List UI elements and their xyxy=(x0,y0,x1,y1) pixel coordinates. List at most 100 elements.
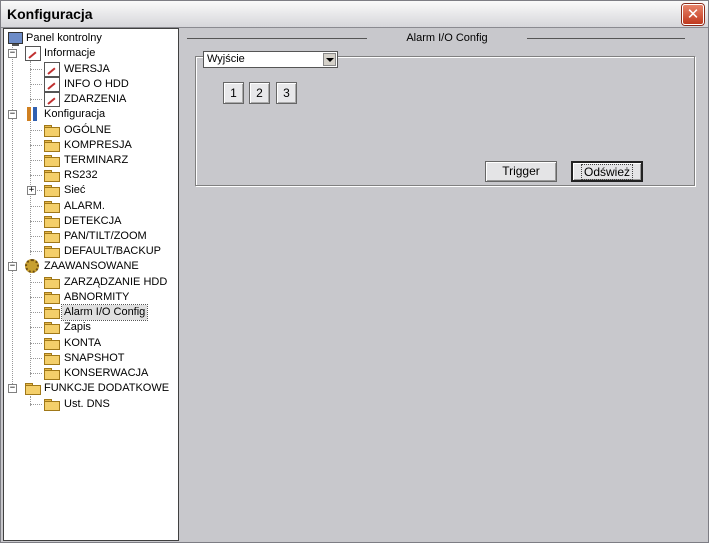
alarm-io-config-panel: Alarm I/O Config Wyjście 1 2 3 Trigger O… xyxy=(181,28,708,541)
gear-icon xyxy=(25,259,39,273)
tree-item-siec[interactable]: + Sieć xyxy=(4,183,174,198)
tree-item-label: RS232 xyxy=(64,169,98,181)
window-title: Konfiguracja xyxy=(7,6,93,22)
folder-icon xyxy=(44,185,60,197)
tree-item-rs232[interactable]: RS232 xyxy=(4,168,174,183)
tree-group-zaawansowane[interactable]: − ZAAWANSOWANE xyxy=(4,259,174,274)
collapse-icon[interactable]: − xyxy=(8,262,17,271)
io-type-select[interactable]: Wyjście xyxy=(203,51,338,68)
tree-root-label: Panel kontrolny xyxy=(26,32,102,44)
tree-item-label: Informacje xyxy=(44,47,96,59)
folder-icon xyxy=(44,170,60,182)
close-button[interactable]: ✕ xyxy=(682,4,704,25)
tree-item-info-hdd[interactable]: INFO O HDD xyxy=(4,77,174,92)
tree-item-label: ZAAWANSOWANE xyxy=(44,260,139,272)
tree-item-label: ABNORMITY xyxy=(64,291,130,303)
tree-item-zdarzenia[interactable]: ZDARZENIA xyxy=(4,92,174,107)
folder-icon xyxy=(44,368,60,380)
tree-item-label: KOMPRESJA xyxy=(64,139,132,151)
tree-item-konta[interactable]: KONTA xyxy=(4,336,174,351)
tree-item-konserwacja[interactable]: KONSERWACJA xyxy=(4,366,174,381)
tree-item-label: KONSERWACJA xyxy=(64,367,149,379)
tree-group-funkcje-dodatkowe[interactable]: − FUNKCJE DODATKOWE xyxy=(4,381,174,396)
channel-button-3[interactable]: 3 xyxy=(276,82,297,104)
computer-icon xyxy=(8,32,23,46)
tree-item-zarzadzanie-hdd[interactable]: ZARZĄDZANIE HDD xyxy=(4,275,174,290)
tree-group-konfiguracja[interactable]: − Konfiguracja xyxy=(4,107,174,122)
tree-item-detekcja[interactable]: DETEKCJA xyxy=(4,214,174,229)
folder-icon xyxy=(44,292,60,304)
tree-item-label: FUNKCJE DODATKOWE xyxy=(44,382,170,394)
expand-icon[interactable]: + xyxy=(27,186,36,195)
collapse-icon[interactable]: − xyxy=(8,110,17,119)
document-edit-icon xyxy=(25,46,41,61)
tree-item-label: ZDARZENIA xyxy=(64,93,127,105)
tree-item-label: DETEKCJA xyxy=(64,215,122,227)
tree-item-label: Alarm I/O Config xyxy=(60,304,149,321)
folder-icon xyxy=(44,399,60,411)
folder-icon xyxy=(44,125,60,137)
tree-item-snapshot[interactable]: SNAPSHOT xyxy=(4,351,174,366)
tree-root-panel[interactable]: Panel kontrolny xyxy=(4,31,174,46)
tree-item-kompresja[interactable]: KOMPRESJA xyxy=(4,138,174,153)
document-edit-icon xyxy=(44,77,60,92)
tree-item-zapis[interactable]: Zapis xyxy=(4,320,174,335)
tree-item-wersja[interactable]: WERSJA xyxy=(4,62,174,77)
tree-item-label: PAN/TILT/ZOOM xyxy=(64,230,147,242)
tree-item-label: Sieć xyxy=(64,184,86,196)
refresh-button[interactable]: Odśwież xyxy=(571,161,643,182)
refresh-button-label: Odśwież xyxy=(580,164,634,180)
tools-icon xyxy=(25,107,39,121)
folder-icon xyxy=(44,231,60,243)
tree-item-label: OGÓLNE xyxy=(64,124,112,136)
folder-icon xyxy=(44,338,60,350)
folder-icon xyxy=(44,140,60,152)
tree-item-label: Konfiguracja xyxy=(44,108,106,120)
channel-button-1[interactable]: 1 xyxy=(223,82,244,104)
tree-item-label: ZARZĄDZANIE HDD xyxy=(64,276,168,288)
tree-item-label: KONTA xyxy=(64,337,102,349)
folder-icon xyxy=(44,216,60,228)
trigger-button-label: Trigger xyxy=(502,164,540,178)
group-divider xyxy=(527,38,685,39)
tree-item-terminarz[interactable]: TERMINARZ xyxy=(4,153,174,168)
tree-item-label: Zapis xyxy=(64,321,91,333)
tree-item-label: SNAPSHOT xyxy=(64,352,125,364)
folder-icon xyxy=(44,155,60,167)
tree-item-label: DEFAULT/BACKUP xyxy=(64,245,161,257)
folder-icon xyxy=(44,353,60,365)
chevron-down-icon[interactable] xyxy=(323,53,336,66)
channel-button-2[interactable]: 2 xyxy=(249,82,270,104)
document-edit-icon xyxy=(44,62,60,77)
tree-item-default-backup[interactable]: DEFAULT/BACKUP xyxy=(4,244,174,259)
title-bar: Konfiguracja ✕ xyxy=(1,1,708,28)
tree-item-abnormity[interactable]: ABNORMITY xyxy=(4,290,174,305)
collapse-icon[interactable]: − xyxy=(8,49,17,58)
open-folder-icon xyxy=(44,307,60,319)
folder-icon xyxy=(44,322,60,334)
folder-icon xyxy=(44,246,60,258)
tree-item-label: INFO O HDD xyxy=(64,78,129,90)
tree-item-label: WERSJA xyxy=(64,63,110,75)
tree-item-pan-tilt-zoom[interactable]: PAN/TILT/ZOOM xyxy=(4,229,174,244)
folder-icon xyxy=(44,277,60,289)
group-divider xyxy=(187,38,367,39)
folder-icon xyxy=(44,201,60,213)
collapse-icon[interactable]: − xyxy=(8,384,17,393)
tree-item-label: Ust. DNS xyxy=(64,398,110,410)
tree-group-informacje[interactable]: − Informacje xyxy=(4,46,174,61)
tree-item-label: TERMINARZ xyxy=(64,154,129,166)
trigger-button[interactable]: Trigger xyxy=(485,161,557,182)
tree-item-ust-dns[interactable]: Ust. DNS xyxy=(4,397,174,412)
document-edit-icon xyxy=(44,92,60,107)
io-type-value: Wyjście xyxy=(207,53,245,65)
tree-item-alarm[interactable]: ALARM. xyxy=(4,199,174,214)
configuration-window: Konfiguracja ✕ Panel kontrolny − Informa… xyxy=(0,0,709,543)
tree-item-ogolne[interactable]: OGÓLNE xyxy=(4,123,174,138)
navigation-tree: Panel kontrolny − Informacje WERSJA INFO… xyxy=(3,28,179,541)
close-icon: ✕ xyxy=(686,5,700,23)
folder-icon xyxy=(25,383,41,395)
panel-title: Alarm I/O Config xyxy=(406,32,488,44)
tree-item-label: ALARM. xyxy=(64,200,105,212)
tree-item-alarm-io-config[interactable]: Alarm I/O Config xyxy=(4,304,174,321)
